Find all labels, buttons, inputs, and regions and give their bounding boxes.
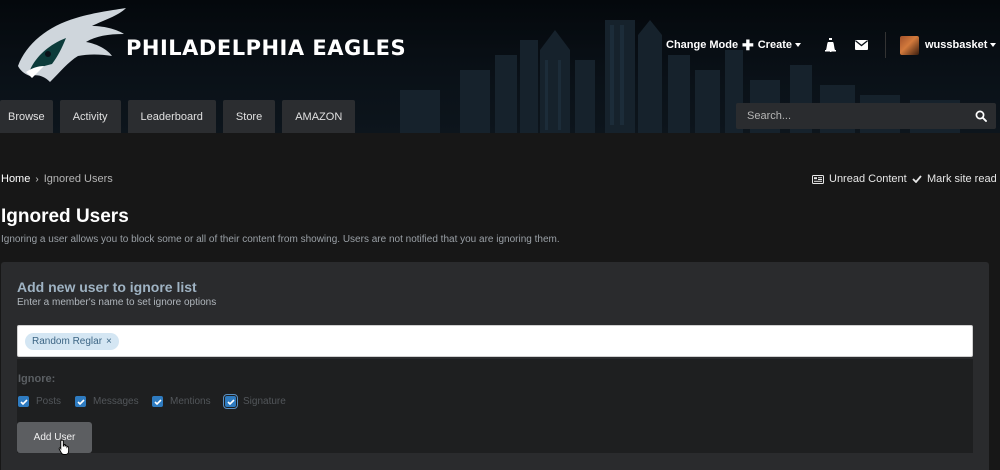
nav-tab-store[interactable]: Store — [222, 100, 276, 133]
ignore-label: Ignore: — [18, 373, 56, 385]
breadcrumb: Home › Ignored Users — [1, 173, 113, 185]
mark-site-read-label: Mark site read — [927, 173, 997, 185]
search-input[interactable] — [736, 103, 968, 129]
nav-tab-browse[interactable]: Browse — [0, 100, 53, 133]
hand-pointer-cursor-icon — [58, 439, 70, 455]
change-mode-label: Change Mode — [666, 39, 739, 51]
checkbox-checked-icon — [152, 396, 163, 407]
ignore-options: Ignore: Posts Messages Mentions Signatur… — [17, 359, 973, 453]
panel-subtitle: Enter a member's name to set ignore opti… — [17, 297, 217, 308]
newspaper-icon — [812, 174, 824, 184]
ignore-signature-label: Signature — [243, 396, 286, 407]
notifications-button[interactable] — [824, 34, 837, 56]
ignore-posts-label: Posts — [36, 396, 62, 407]
site-brand-name[interactable]: PHILADELPHIA EAGLES — [126, 36, 406, 60]
ignore-signature-checkbox[interactable]: Signature — [223, 394, 286, 409]
ignore-messages-checkbox[interactable]: Messages — [75, 396, 139, 407]
mark-site-read-link[interactable]: Mark site read — [912, 173, 997, 185]
site-header: PHILADELPHIA EAGLES Change Mode ✚ Create… — [0, 0, 1000, 133]
breadcrumb-home-link[interactable]: Home — [1, 173, 30, 185]
nav-tab-activity[interactable]: Activity — [59, 100, 121, 133]
eagles-logo[interactable] — [8, 4, 128, 86]
envelope-icon — [855, 40, 868, 50]
page-description: Ignoring a user allows you to block some… — [1, 234, 560, 245]
search-box — [736, 103, 996, 129]
add-ignore-panel: Add new user to ignore list Enter a memb… — [1, 262, 989, 470]
ignore-mentions-checkbox[interactable]: Mentions — [152, 396, 211, 407]
plus-icon: ✚ — [742, 36, 754, 53]
unread-content-label: Unread Content — [829, 173, 907, 185]
caret-down-icon — [794, 43, 801, 47]
panel-title: Add new user to ignore list — [17, 279, 197, 295]
main-nav: Browse Activity Leaderboard Store AMAZON — [0, 100, 362, 133]
userbar-divider — [885, 32, 886, 58]
member-token: Random Reglar × — [25, 333, 119, 350]
checkbox-checked-icon — [75, 396, 86, 407]
member-name-input[interactable]: Random Reglar × — [17, 325, 973, 357]
checkmark-icon — [912, 175, 922, 183]
create-label: Create — [757, 39, 792, 51]
checkbox-checked-icon — [18, 396, 29, 407]
breadcrumb-current: Ignored Users — [43, 173, 113, 185]
caret-down-icon — [990, 43, 997, 47]
page-title: Ignored Users — [1, 206, 129, 227]
avatar — [900, 35, 919, 55]
change-mode-button[interactable]: Change Mode — [666, 34, 738, 56]
username-label: wussbasket — [925, 39, 988, 51]
ignore-posts-checkbox[interactable]: Posts — [18, 396, 61, 407]
ignore-mentions-label: Mentions — [170, 396, 211, 407]
nav-tab-leaderboard[interactable]: Leaderboard — [127, 100, 216, 133]
add-user-button[interactable]: Add User — [17, 422, 92, 453]
liberty-bell-icon — [825, 38, 836, 52]
ignore-messages-label: Messages — [93, 396, 139, 407]
nav-tab-amazon[interactable]: AMAZON — [282, 100, 356, 133]
checkbox-checked-icon — [223, 394, 238, 409]
messages-button[interactable] — [855, 34, 868, 56]
search-icon[interactable] — [975, 110, 987, 122]
user-menu-button[interactable]: wussbasket — [900, 34, 997, 56]
unread-content-link[interactable]: Unread Content — [812, 173, 907, 185]
create-menu-button[interactable]: ✚ Create — [742, 34, 801, 56]
token-remove-icon[interactable]: × — [106, 336, 112, 347]
chevron-right-icon: › — [35, 173, 39, 185]
member-token-label: Random Reglar — [32, 336, 103, 347]
